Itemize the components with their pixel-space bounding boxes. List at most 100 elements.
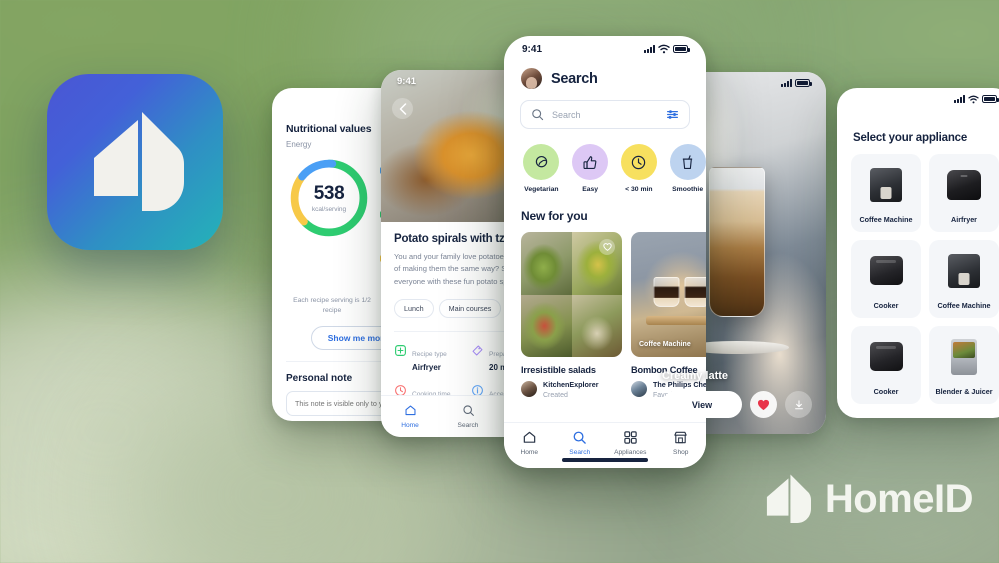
tab-label: Home <box>520 449 539 456</box>
status-time: 9:41 <box>522 43 543 55</box>
avatar[interactable] <box>521 68 542 89</box>
status-bar <box>837 88 999 110</box>
appliance-grid: Coffee Machine Airfryer Cooker Coffee Ma… <box>837 144 999 404</box>
home-icon <box>381 402 439 419</box>
wifi-icon <box>968 95 979 103</box>
meta-recipe-type: Recipe type Airfryer <box>394 343 465 372</box>
status-icons <box>644 44 690 54</box>
appliance-cell[interactable]: Cooker <box>851 326 921 404</box>
home-indicator <box>562 458 648 462</box>
brand-wordmark: HomeID <box>824 476 974 521</box>
search-placeholder: Search <box>552 109 581 120</box>
appliance-label: Airfryer <box>951 215 977 224</box>
card-thumbnail <box>521 232 622 357</box>
filter-sliders-icon[interactable] <box>666 108 679 121</box>
card-thumbnail: Coffee Machine <box>631 232 706 357</box>
appliance-label: Cooker <box>873 387 899 396</box>
author-avatar <box>631 381 647 397</box>
tab-home[interactable]: Home <box>504 429 555 456</box>
homeid-house-glyph <box>94 112 184 211</box>
tab-home[interactable]: Home <box>381 402 439 429</box>
coffee-actions: View <box>662 391 812 418</box>
card-irresistible-salads[interactable]: Irresistible salads KitchenExplorer Crea… <box>521 232 622 399</box>
tab-label: Shop <box>673 449 689 456</box>
donut-unit: kcal/serving <box>311 206 347 213</box>
battery-icon <box>982 95 999 103</box>
card-overlay-tag: Coffee Machine <box>639 341 691 348</box>
battery-icon <box>795 79 812 87</box>
coffee-machine-icon <box>870 167 902 202</box>
donut-center-label: 538 kcal/serving <box>286 155 372 241</box>
homeid-logo-icon <box>766 474 811 523</box>
chip-vegetarian[interactable]: Vegetarian <box>523 144 560 193</box>
smoothie-cup-icon <box>682 154 693 169</box>
tab-label: Search <box>569 449 591 456</box>
chip-easy[interactable]: Easy <box>572 144 609 193</box>
homeid-app-icon <box>47 74 223 250</box>
favorite-button[interactable] <box>750 391 777 418</box>
favorite-button[interactable] <box>599 239 615 255</box>
coffee-title: Creamy latte <box>662 370 729 382</box>
appliance-label: Coffee Machine <box>859 215 913 224</box>
search-icon <box>555 429 606 446</box>
download-icon <box>794 399 803 409</box>
thumbs-up-icon <box>583 155 597 169</box>
cooker-icon <box>869 256 903 285</box>
author-name: KitchenExplorer <box>543 380 599 389</box>
appliance-label: Cooker <box>873 301 899 310</box>
back-button[interactable] <box>392 98 413 119</box>
download-button[interactable] <box>785 391 812 418</box>
brand-lockup: HomeID <box>763 473 974 525</box>
view-button[interactable]: View <box>662 391 742 418</box>
meta-label: Recipe type <box>412 350 447 358</box>
tab-label: Search <box>457 422 479 429</box>
tab-shop[interactable]: Shop <box>656 429 707 456</box>
preparation-icon <box>472 345 483 356</box>
author-avatar <box>521 381 537 397</box>
appliance-label: Blender & Juicer <box>935 387 993 396</box>
airfryer-icon <box>395 344 406 356</box>
appliance-cell[interactable]: Cooker <box>851 240 921 318</box>
appliance-cell[interactable]: Blender & Juicer <box>929 326 999 404</box>
chip-smoothie[interactable]: Smoothie <box>669 144 706 193</box>
card-author: KitchenExplorer Created <box>521 380 622 399</box>
coffee-machine-icon <box>948 253 980 288</box>
status-time: 9:41 <box>397 75 417 87</box>
section-title-new-for-you: New for you <box>521 209 588 223</box>
status-bar <box>648 72 826 94</box>
tag-main-courses[interactable]: Main courses <box>438 298 502 318</box>
heart-outline-icon <box>602 243 612 251</box>
nutrition-donut-chart: 538 kcal/serving <box>286 155 372 241</box>
page-title: Search <box>551 70 598 87</box>
chip-label: Smoothie <box>672 186 704 193</box>
signal-icon <box>781 79 792 87</box>
tab-label: Appliances <box>614 449 647 456</box>
meta-value: Airfryer <box>412 362 441 372</box>
latte-glass <box>709 167 765 318</box>
chip-label: Easy <box>582 186 599 193</box>
battery-icon <box>673 45 690 53</box>
appliances-icon <box>605 429 656 446</box>
chip-label: Vegetarian <box>524 186 559 193</box>
tag-lunch[interactable]: Lunch <box>394 298 434 318</box>
cooker-icon <box>869 342 903 371</box>
card-title: Irresistible salads <box>521 365 596 375</box>
status-bar: 9:41 <box>504 36 706 62</box>
appliance-cell[interactable]: Coffee Machine <box>851 154 921 232</box>
airfryer-icon <box>947 169 981 200</box>
broccoli-icon <box>535 155 548 167</box>
donut-value: 538 <box>313 183 345 204</box>
search-input[interactable]: Search <box>520 100 690 129</box>
chip-under-30-min[interactable]: < 30 min <box>620 144 658 193</box>
tray <box>645 315 706 325</box>
phone-select-appliance: Select your appliance Coffee Machine Air… <box>837 88 999 418</box>
search-icon <box>532 109 544 121</box>
signal-icon <box>954 95 965 103</box>
tab-search[interactable]: Search <box>439 402 497 429</box>
appliance-cell[interactable]: Airfryer <box>929 154 999 232</box>
signal-icon <box>644 45 655 53</box>
appliance-cell[interactable]: Coffee Machine <box>929 240 999 318</box>
tab-search[interactable]: Search <box>555 429 606 456</box>
search-icon <box>439 402 497 419</box>
tab-appliances[interactable]: Appliances <box>605 429 656 456</box>
